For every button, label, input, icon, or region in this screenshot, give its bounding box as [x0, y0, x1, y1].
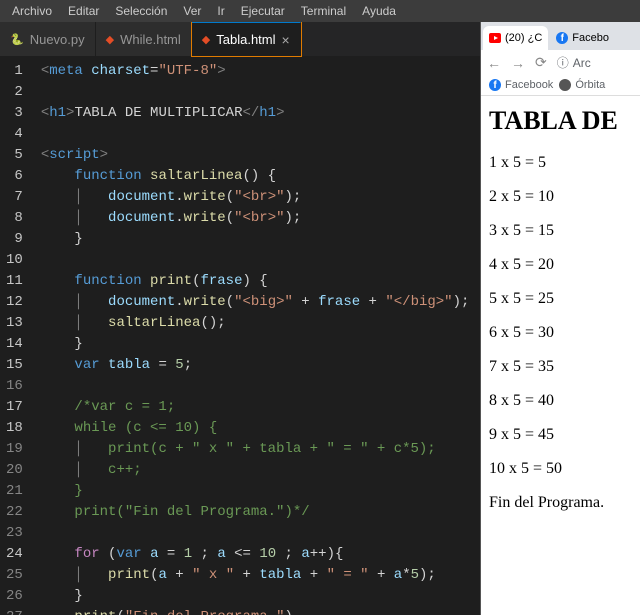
code-line-22[interactable]: print("Fin del Programa.")*/ [35, 502, 480, 523]
bookmark-órbita[interactable]: Órbita [559, 79, 605, 91]
info-icon[interactable]: ⓘ [557, 54, 569, 71]
tab-label: While.html [120, 32, 181, 47]
code-line-21[interactable]: } [35, 481, 480, 502]
page-line: 10 x 5 = 50 [489, 460, 632, 478]
code-line-17[interactable]: /*var c = 1; [35, 397, 480, 418]
browser-tab-label: Facebo [572, 32, 609, 44]
code-line-20[interactable]: │ c++; [35, 460, 480, 481]
code-line-13[interactable]: │ saltarLinea(); [35, 313, 480, 334]
code-line-24[interactable]: for (var a = 1 ; a <= 10 ; a++){ [35, 544, 480, 565]
page-line: 8 x 5 = 40 [489, 392, 632, 410]
code-line-25[interactable]: │ print(a + " x " + tabla + " = " + a*5)… [35, 565, 480, 586]
code-line-18[interactable]: while (c <= 10) { [35, 418, 480, 439]
code-line-26[interactable]: } [35, 586, 480, 607]
bookmark-facebook[interactable]: f Facebook [489, 79, 553, 91]
code-line-1[interactable]: <meta charset="UTF-8"> [35, 61, 480, 82]
reload-icon[interactable]: ⟳ [535, 54, 547, 71]
html-file-icon: ◆ [106, 33, 114, 46]
code-line-16[interactable] [35, 376, 480, 397]
editor-tabs: 🐍 Nuevo.py ◆ While.html ◆ Tabla.html × [0, 22, 480, 57]
tab-label: Tabla.html [216, 32, 275, 47]
bookmarks-bar: f Facebook Órbita [481, 75, 640, 96]
menu-ver[interactable]: Ver [175, 2, 209, 20]
page-line: 9 x 5 = 45 [489, 426, 632, 444]
browser-tabs: (20) ¿C f Facebo [481, 22, 640, 50]
menu-terminal[interactable]: Terminal [293, 2, 354, 20]
code-area[interactable]: <meta charset="UTF-8"> <h1>TABLA DE MULT… [35, 57, 480, 615]
code-line-5[interactable]: <script> [35, 145, 480, 166]
code-line-12[interactable]: │ document.write("<big>" + frase + "</bi… [35, 292, 480, 313]
code-line-9[interactable]: } [35, 229, 480, 250]
browser-tab-1[interactable]: f Facebo [550, 26, 615, 50]
facebook-icon: f [556, 32, 568, 44]
tab-while.html[interactable]: ◆ While.html [96, 22, 192, 56]
menu-ir[interactable]: Ir [209, 2, 232, 20]
page-line: 6 x 5 = 30 [489, 324, 632, 342]
browser-toolbar: ← → ⟳ ⓘ Arc [481, 50, 640, 75]
page-line: Fin del Programa. [489, 494, 632, 512]
code-line-3[interactable]: <h1>TABLA DE MULTIPLICAR</h1> [35, 103, 480, 124]
editor-pane: 🐍 Nuevo.py ◆ While.html ◆ Tabla.html × 1234567… [0, 22, 480, 615]
code-line-2[interactable] [35, 82, 480, 103]
forward-icon[interactable]: → [511, 55, 525, 71]
tab-nuevo.py[interactable]: 🐍 Nuevo.py [0, 22, 96, 56]
code-line-19[interactable]: │ print(c + " x " + tabla + " = " + c*5)… [35, 439, 480, 460]
code-line-7[interactable]: │ document.write("<br>"); [35, 187, 480, 208]
address-text: Arc [573, 56, 591, 70]
page-line: 4 x 5 = 20 [489, 256, 632, 274]
page-line: 7 x 5 = 35 [489, 358, 632, 376]
page-lines: 1 x 5 = 5 2 x 5 = 10 3 x 5 = 15 4 x 5 = 20 5… [489, 154, 632, 512]
bookmark-label: Facebook [505, 79, 553, 91]
html-file-icon: ◆ [202, 33, 210, 46]
bookmark-label: Órbita [575, 79, 605, 91]
code-line-23[interactable] [35, 523, 480, 544]
main: 🐍 Nuevo.py ◆ While.html ◆ Tabla.html × 1234567… [0, 22, 640, 615]
menu-editar[interactable]: Editar [60, 2, 107, 20]
address-bar[interactable]: ⓘ Arc [557, 54, 634, 71]
facebook-icon: f [489, 79, 501, 91]
close-icon[interactable]: × [282, 32, 290, 48]
tab-tabla.html[interactable]: ◆ Tabla.html × [192, 22, 301, 56]
rendered-page: TABLA DE 1 x 5 = 5 2 x 5 = 10 3 x 5 = 15 4 … [481, 96, 640, 538]
browser-tab-label: (20) ¿C [505, 32, 542, 44]
menu-archivo[interactable]: Archivo [4, 2, 60, 20]
browser-tab-0[interactable]: (20) ¿C [483, 26, 548, 50]
line-gutter: 1234567891011121314151617181920212223242… [0, 57, 35, 615]
code-line-10[interactable] [35, 250, 480, 271]
code-line-11[interactable]: function print(frase) { [35, 271, 480, 292]
page-heading: TABLA DE [489, 106, 632, 136]
back-icon[interactable]: ← [487, 55, 501, 71]
youtube-icon [489, 33, 501, 43]
code-line-14[interactable]: } [35, 334, 480, 355]
code-line-4[interactable] [35, 124, 480, 145]
menubar: ArchivoEditarSelecciónVerIrEjecutarTermi… [0, 0, 640, 22]
editor-body: 1234567891011121314151617181920212223242… [0, 57, 480, 615]
page-line: 1 x 5 = 5 [489, 154, 632, 172]
py-file-icon: 🐍 [10, 33, 24, 46]
page-line: 2 x 5 = 10 [489, 188, 632, 206]
orbita-icon [559, 79, 571, 91]
page-line: 3 x 5 = 15 [489, 222, 632, 240]
menu-ejecutar[interactable]: Ejecutar [233, 2, 293, 20]
code-line-8[interactable]: │ document.write("<br>"); [35, 208, 480, 229]
browser-pane: (20) ¿C f Facebo ← → ⟳ ⓘ Arc f Facebook Órbi… [480, 22, 640, 615]
menu-ayuda[interactable]: Ayuda [354, 2, 404, 20]
code-line-27[interactable]: print("Fin del Programa.") [35, 607, 480, 615]
code-line-6[interactable]: function saltarLinea() { [35, 166, 480, 187]
tab-label: Nuevo.py [30, 32, 85, 47]
page-line: 5 x 5 = 25 [489, 290, 632, 308]
menu-selección[interactable]: Selección [107, 2, 175, 20]
code-line-15[interactable]: var tabla = 5; [35, 355, 480, 376]
